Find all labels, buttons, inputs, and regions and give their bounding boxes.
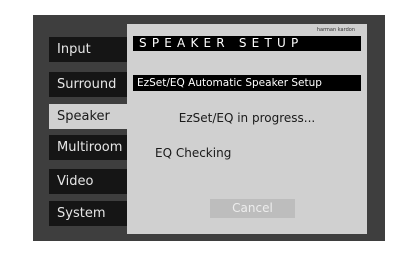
dialog-subtitle: EzSet/EQ Automatic Speaker Setup	[133, 75, 361, 91]
menu-item-label: System	[57, 206, 106, 221]
dialog-title: SPEAKER SETUP	[133, 36, 361, 51]
status-message: EQ Checking	[155, 146, 232, 160]
menu-item-label: Multiroom	[57, 140, 123, 155]
menu-item-label: Video	[57, 174, 94, 189]
speaker-setup-dialog: harman kardon SPEAKER SETUP EzSet/EQ Aut…	[127, 24, 367, 234]
progress-message: EzSet/EQ in progress...	[178, 111, 316, 125]
brand-logo: harman kardon	[316, 27, 355, 33]
setup-screen: Input Surround Speaker Multiroom Video S…	[33, 15, 385, 241]
cancel-button[interactable]: Cancel	[210, 199, 295, 218]
menu-item-label: Input	[57, 42, 91, 57]
menu-item-label: Speaker	[57, 109, 110, 124]
menu-item-label: Surround	[57, 77, 117, 92]
